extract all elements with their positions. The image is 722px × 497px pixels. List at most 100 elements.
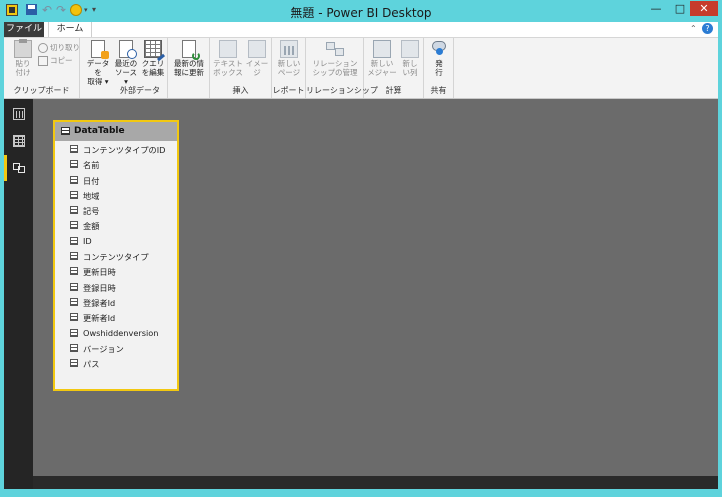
image-icon	[248, 40, 266, 58]
copy-icon	[38, 56, 48, 66]
refresh-icon	[182, 40, 200, 60]
field-label: 金額	[83, 221, 100, 232]
ribbon-group-report: 新しい ページ レポート	[272, 38, 306, 98]
field-label: バージョン	[83, 343, 124, 354]
new-measure-icon	[373, 40, 391, 58]
recent-sources-icon	[119, 40, 137, 59]
paste-label: 貼り 付け	[15, 59, 31, 77]
minimize-button[interactable]: —	[644, 1, 668, 16]
ribbon-group-share: 発 行 共有	[424, 38, 454, 98]
field-label: 更新日時	[83, 267, 116, 278]
table-field[interactable]: 日付	[55, 173, 177, 188]
table-field[interactable]: 金額	[55, 218, 177, 233]
insert-group-label: 挿入	[232, 86, 249, 95]
relationships-view-button[interactable]	[4, 155, 33, 181]
textbox-button[interactable]: テキスト ボックス	[213, 40, 243, 77]
get-data-button[interactable]: データを 取得 ▾	[85, 40, 111, 86]
refresh-label: 最新の情 報に更新	[174, 59, 204, 77]
ribbon: 貼り 付け 切り取り コピー クリップボード データを 取得 ▾ 最近の ソース…	[4, 37, 718, 99]
column-icon	[70, 175, 78, 184]
paste-icon	[14, 39, 32, 58]
table-field[interactable]: ID	[55, 234, 177, 249]
get-data-label: データを 取得 ▾	[86, 59, 110, 86]
edit-queries-label: クエリ を編集	[141, 59, 165, 77]
column-icon	[70, 267, 78, 276]
field-label: 地域	[83, 190, 100, 201]
maximize-button[interactable]: □	[668, 1, 692, 16]
column-icon	[70, 343, 78, 352]
table-field[interactable]: コンテンツタイプのID	[55, 142, 177, 157]
new-page-button[interactable]: 新しい ページ	[275, 40, 303, 77]
textbox-icon	[219, 40, 237, 58]
report-view-button[interactable]	[4, 101, 33, 127]
recent-sources-label: 最近の ソース ▾	[114, 59, 138, 86]
report-group-label: レポート	[272, 86, 305, 95]
new-column-label: 新し い列	[402, 59, 418, 77]
image-label: イメー ジ	[245, 59, 269, 77]
copy-button[interactable]: コピー	[38, 55, 73, 66]
field-label: コンテンツタイプのID	[83, 145, 166, 155]
ribbon-group-calculations: 新しい メジャー 新し い列 計算	[364, 38, 424, 98]
manage-relationships-icon	[326, 40, 344, 58]
table-header[interactable]: DataTable	[55, 122, 177, 141]
collapse-ribbon-icon[interactable]: ⌃	[690, 24, 697, 33]
share-group-label: 共有	[430, 86, 447, 95]
table-field[interactable]: Owshiddenversion	[55, 326, 177, 341]
new-column-icon	[401, 40, 419, 58]
new-page-icon	[280, 40, 298, 58]
table-field[interactable]: 登録者Id	[55, 295, 177, 310]
publish-button[interactable]: 発 行	[427, 40, 451, 77]
relationships-view-icon	[13, 162, 25, 174]
paste-button[interactable]: 貼り 付け	[10, 39, 36, 77]
table-field[interactable]: 記号	[55, 203, 177, 218]
field-label: ID	[83, 235, 92, 246]
ribbon-group-refresh: 最新の情 報に更新	[168, 38, 210, 98]
window-title: 無題 - Power BI Desktop	[290, 6, 432, 20]
ribbon-group-external-data: データを 取得 ▾ 最近の ソース ▾ クエリ を編集 外部データ	[80, 38, 168, 98]
relationships-canvas[interactable]: DataTable コンテンツタイプのID 名前 日付 地域 記号 金額 ID コンテンツタイ…	[33, 99, 718, 476]
table-field[interactable]: 登録日時	[55, 280, 177, 295]
app-window: ↶ ↷ ▾ ▾ 無題 - Power BI Desktop — □ ✕ ファイル…	[0, 0, 722, 497]
new-column-button[interactable]: 新し い列	[399, 40, 421, 77]
column-icon	[70, 282, 78, 291]
field-list: コンテンツタイプのID 名前日付地域記号金額 ID コンテンツタイプ更新日時登録日時登…	[55, 142, 177, 371]
publish-icon	[430, 40, 448, 58]
data-view-icon	[13, 135, 25, 147]
data-view-button[interactable]	[4, 128, 33, 154]
new-measure-button[interactable]: 新しい メジャー	[367, 40, 397, 77]
help-icon[interactable]: ?	[702, 23, 713, 34]
manage-relationships-button[interactable]: リレーション シップの管理	[308, 40, 362, 77]
table-field[interactable]: 更新者Id	[55, 310, 177, 325]
ribbon-group-clipboard: 貼り 付け 切り取り コピー クリップボード	[4, 38, 80, 98]
close-button[interactable]: ✕	[690, 1, 718, 16]
table-field[interactable]: パス	[55, 356, 177, 371]
field-label: 更新者Id	[83, 313, 116, 324]
ribbon-group-insert: テキスト ボックス イメー ジ 挿入	[210, 38, 272, 98]
refresh-button[interactable]: 最新の情 報に更新	[172, 40, 206, 77]
field-label: 登録者Id	[83, 297, 116, 308]
tab-file[interactable]: ファイル	[4, 22, 44, 37]
edit-queries-button[interactable]: クエリ を編集	[141, 40, 165, 77]
tab-home[interactable]: ホーム	[48, 22, 92, 37]
get-data-icon	[91, 40, 109, 59]
table-field[interactable]: 更新日時	[55, 264, 177, 279]
column-icon	[70, 206, 78, 215]
table-card[interactable]: DataTable コンテンツタイプのID 名前 日付 地域 記号 金額 ID コンテンツタイ…	[53, 120, 179, 391]
edit-queries-icon	[144, 40, 162, 58]
clipboard-group-label: クリップボード	[13, 86, 70, 95]
table-field[interactable]: バージョン	[55, 341, 177, 356]
calculations-group-label: 計算	[385, 86, 402, 95]
recent-sources-button[interactable]: 最近の ソース ▾	[113, 40, 139, 86]
table-field[interactable]: コンテンツタイプ	[55, 249, 177, 264]
field-label: 名前	[83, 160, 100, 171]
table-icon	[61, 127, 70, 135]
column-icon	[70, 160, 78, 169]
table-field[interactable]: 名前	[55, 157, 177, 172]
publish-label: 発 行	[435, 59, 443, 77]
ribbon-group-relationships: リレーション シップの管理 リレーションシップ	[306, 38, 378, 98]
textbox-label: テキスト ボックス	[213, 59, 243, 77]
image-button[interactable]: イメー ジ	[245, 40, 269, 77]
table-field[interactable]: 地域	[55, 188, 177, 203]
cut-button[interactable]: 切り取り	[38, 42, 80, 53]
new-measure-label: 新しい メジャー	[367, 59, 397, 77]
